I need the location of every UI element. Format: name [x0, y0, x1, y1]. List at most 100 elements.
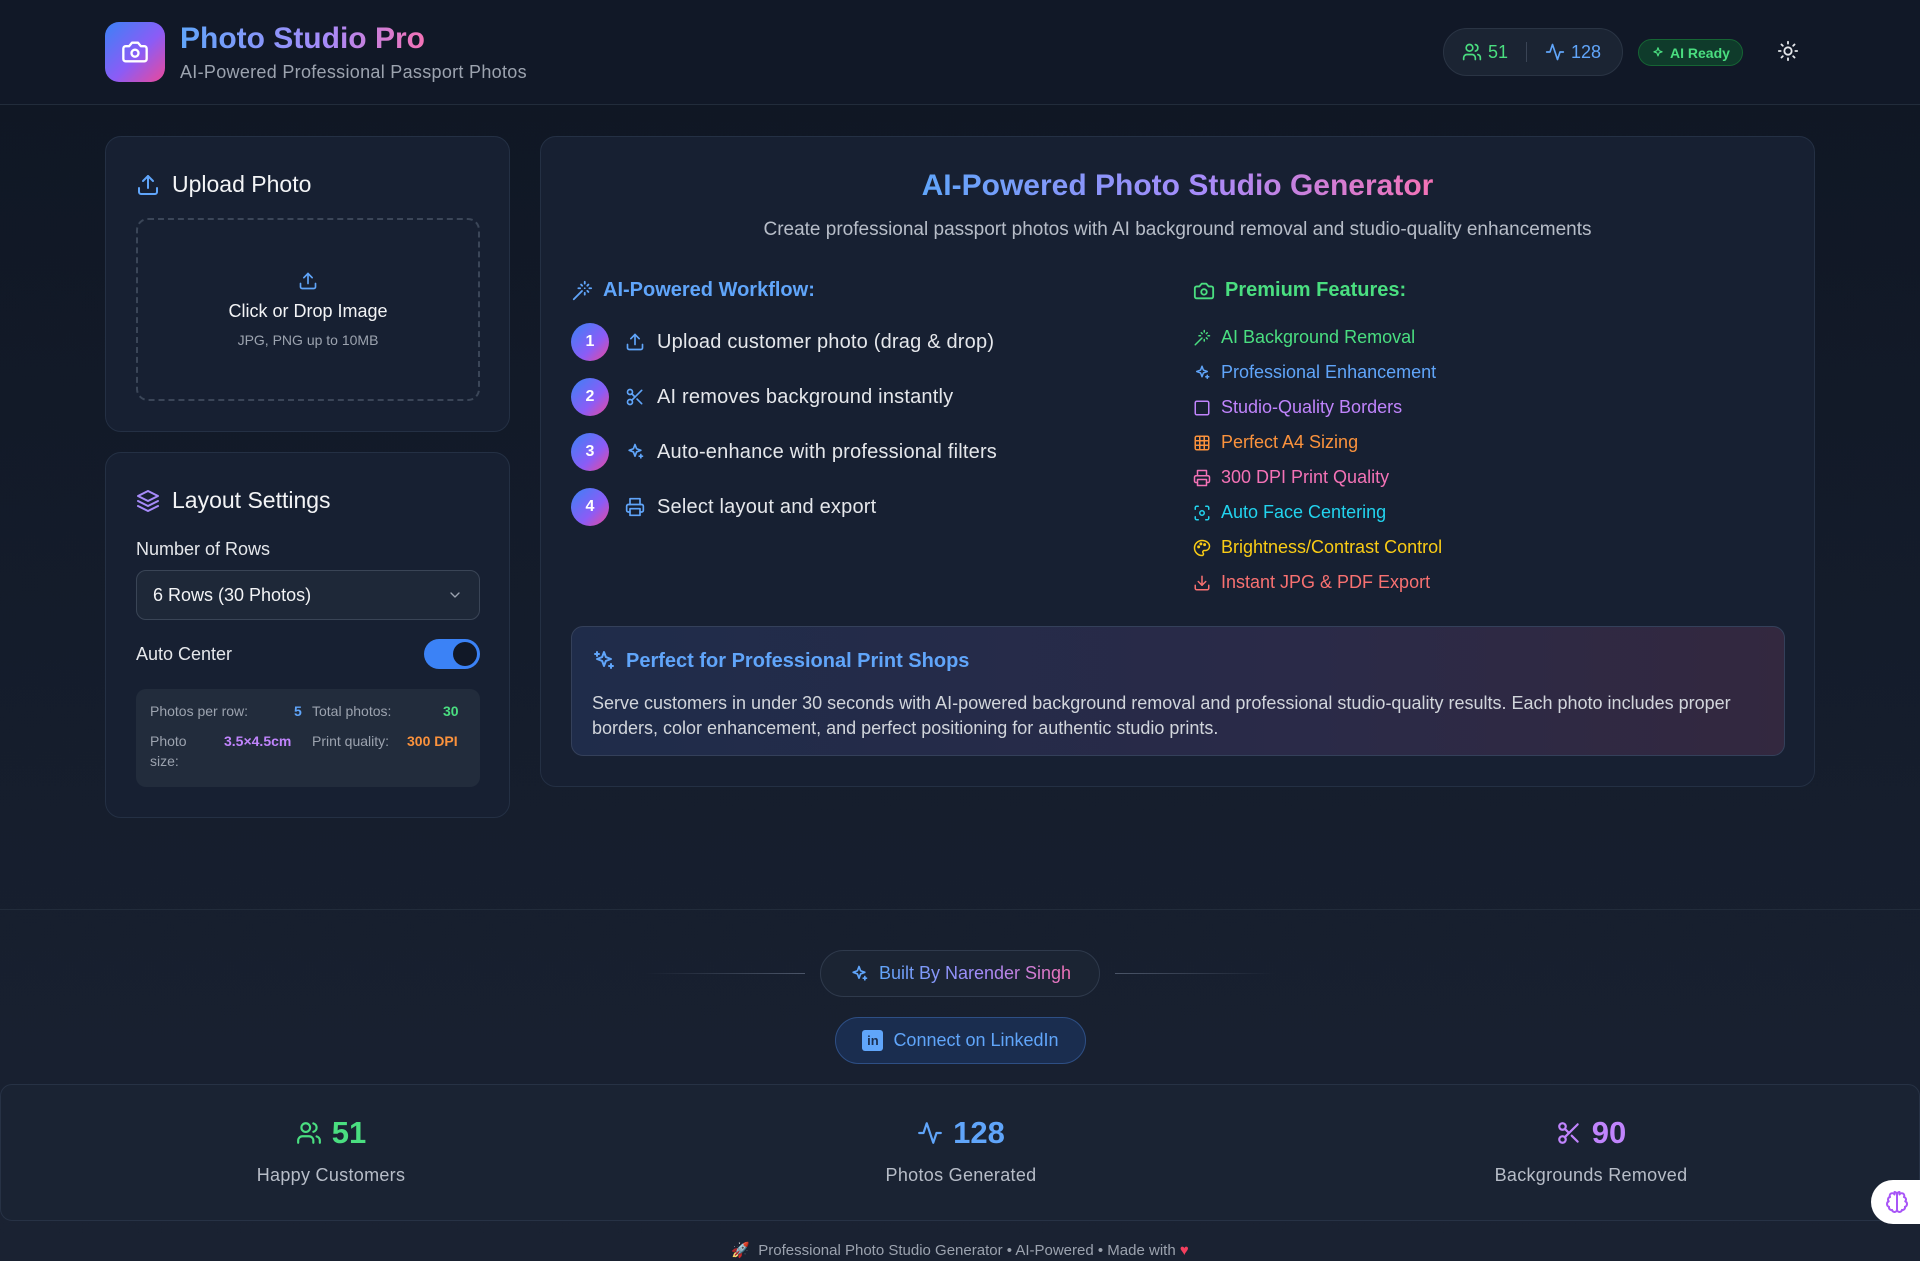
callout-title: Perfect for Professional Print Shops [592, 649, 969, 673]
rows-select-value: 6 Rows (30 Photos) [153, 584, 312, 605]
callout-title-text: Perfect for Professional Print Shops [626, 649, 970, 672]
step-text: Select layout and export [657, 495, 877, 518]
sparkles-icon [609, 442, 645, 462]
feature-perfect-a4-sizing: Perfect A4 Sizing [1193, 432, 1358, 453]
customers-stat: 51 [1462, 42, 1508, 63]
ai-ready-label: AI Ready [1670, 44, 1730, 61]
sparkles-icon [849, 964, 869, 984]
theme-toggle-button[interactable] [1777, 40, 1801, 64]
total-photos-label: Total photos: [312, 703, 392, 719]
photo-size-label-1: Photo [150, 733, 187, 749]
feature-label: AI Background Removal [1221, 327, 1416, 347]
photo-size-label-2: size: [150, 753, 179, 769]
callout-body: Serve customers in under 30 seconds with… [592, 693, 1731, 738]
feature-studio-quality-borders: Studio-Quality Borders [1193, 397, 1402, 418]
stat-happy-customers: 51 Happy Customers [131, 1115, 531, 1186]
feature-professional-enhancement: Professional Enhancement [1193, 362, 1436, 383]
stats-divider [1526, 42, 1528, 62]
footer-tagline: 🚀 Professional Photo Studio Generator • … [0, 1241, 1920, 1259]
step-number: 2 [571, 378, 609, 416]
layout-title-label: Layout Settings [172, 487, 331, 513]
feature-label: Perfect A4 Sizing [1221, 432, 1359, 452]
sparkles-icon [592, 649, 616, 673]
printer-icon [1193, 469, 1211, 487]
linkedin-button[interactable]: in Connect on LinkedIn [835, 1017, 1086, 1064]
auto-center-toggle[interactable] [424, 639, 480, 669]
layers-icon [136, 489, 160, 513]
stat-value-row: 128 [761, 1115, 1161, 1151]
features-heading: Premium Features: [1193, 279, 1406, 302]
wand-icon [571, 280, 593, 302]
printer-icon [609, 497, 645, 517]
auto-center-label: Auto Center [136, 644, 233, 664]
feature-instant-jpg-pdf-export: Instant JPG & PDF Export [1193, 572, 1430, 593]
stat-label: Photos Generated [885, 1165, 1037, 1185]
generator-subtitle: Create professional passport photos with… [763, 219, 1592, 240]
step-number: 4 [571, 488, 609, 526]
feature-300-dpi-print-quality: 300 DPI Print Quality [1193, 467, 1389, 488]
print-quality-value: 300 DPI [407, 733, 458, 749]
linkedin-icon: in [862, 1030, 884, 1051]
stats-bar: 51 Happy Customers 128 Photos Generated … [0, 1084, 1920, 1221]
dropzone-title: Click or Drop Image [228, 301, 388, 321]
sparkles-icon [1651, 46, 1665, 60]
camera-icon [1193, 280, 1215, 302]
app-subtitle: AI-Powered Professional Passport Photos [180, 62, 527, 82]
assistant-fab-button[interactable] [1871, 1180, 1920, 1224]
layout-info-box: Photos per row: 5 Total photos: 30 Photo… [136, 689, 480, 787]
total-photos-value: 30 [443, 703, 459, 719]
grid-icon [1193, 434, 1211, 452]
feature-label: Brightness/Contrast Control [1221, 537, 1443, 557]
feature-label: Instant JPG & PDF Export [1221, 572, 1431, 592]
upload-card-title: Upload Photo [136, 171, 311, 198]
generator-title-text: AI-Powered Photo Studio Generator [921, 169, 1434, 202]
rows-select[interactable]: 6 Rows (30 Photos) [136, 570, 480, 620]
activity-icon [917, 1120, 943, 1146]
heart-icon: ♥ [1179, 1242, 1189, 1259]
sparkles-icon [1193, 364, 1211, 382]
generator-card: AI-Powered Photo Studio Generator Create… [540, 136, 1815, 787]
app-header: Photo Studio Pro AI-Powered Professional… [0, 0, 1920, 105]
upload-icon [298, 271, 318, 301]
rocket-icon: 🚀 [731, 1242, 750, 1259]
stat-backgrounds-removed: 90 Backgrounds Removed [1391, 1115, 1791, 1186]
image-dropzone[interactable]: Click or Drop Image JPG, PNG up to 10MB [136, 218, 480, 401]
customers-count: 51 [1488, 41, 1509, 62]
workflow-step-4: 4 Select layout and export [571, 488, 876, 526]
stat-value-row: 51 [131, 1115, 531, 1151]
upload-card: Upload Photo Click or Drop Image JPG, PN… [105, 136, 510, 432]
upload-icon [609, 332, 645, 352]
wand-icon [1193, 329, 1211, 347]
feature-label: 300 DPI Print Quality [1221, 467, 1390, 487]
upload-title-label: Upload Photo [172, 171, 312, 197]
upload-icon [136, 173, 160, 197]
feature-brightness-contrast-control: Brightness/Contrast Control [1193, 537, 1442, 558]
stat-value: 128 [953, 1115, 1005, 1150]
ai-ready-badge: AI Ready [1638, 39, 1743, 66]
generator-title: AI-Powered Photo Studio Generator [541, 169, 1814, 203]
print-shop-callout: Perfect for Professional Print Shops Ser… [571, 626, 1785, 756]
stat-value-row: 90 [1391, 1115, 1791, 1151]
feature-label: Professional Enhancement [1221, 362, 1437, 382]
linkedin-label: Connect on LinkedIn [893, 1030, 1059, 1050]
built-by-text: Built By Narender Singh [878, 963, 1072, 983]
sun-icon [1777, 40, 1801, 62]
users-icon [1462, 42, 1482, 62]
built-by-badge: Built By Narender Singh [820, 950, 1100, 997]
workflow-step-2: 2 AI removes background instantly [571, 378, 953, 416]
scissors-icon [609, 387, 645, 407]
square-icon [1193, 399, 1211, 417]
stat-photos-generated: 128 Photos Generated [761, 1115, 1161, 1186]
photo-size-value: 3.5×4.5cm [224, 733, 292, 749]
workflow-heading: AI-Powered Workflow: [571, 279, 815, 302]
footer-tagline-text: Professional Photo Studio Generator • AI… [758, 1242, 1176, 1259]
decorative-line [1115, 973, 1275, 974]
camera-logo-icon [105, 22, 165, 82]
stat-value: 51 [331, 1115, 367, 1150]
step-number: 3 [571, 433, 609, 471]
photos-stat: 128 [1545, 42, 1601, 63]
workflow-step-3: 3 Auto-enhance with professional filters [571, 433, 997, 471]
rows-label: Number of Rows [136, 539, 271, 559]
palette-icon [1193, 539, 1211, 557]
decorative-line [645, 973, 805, 974]
